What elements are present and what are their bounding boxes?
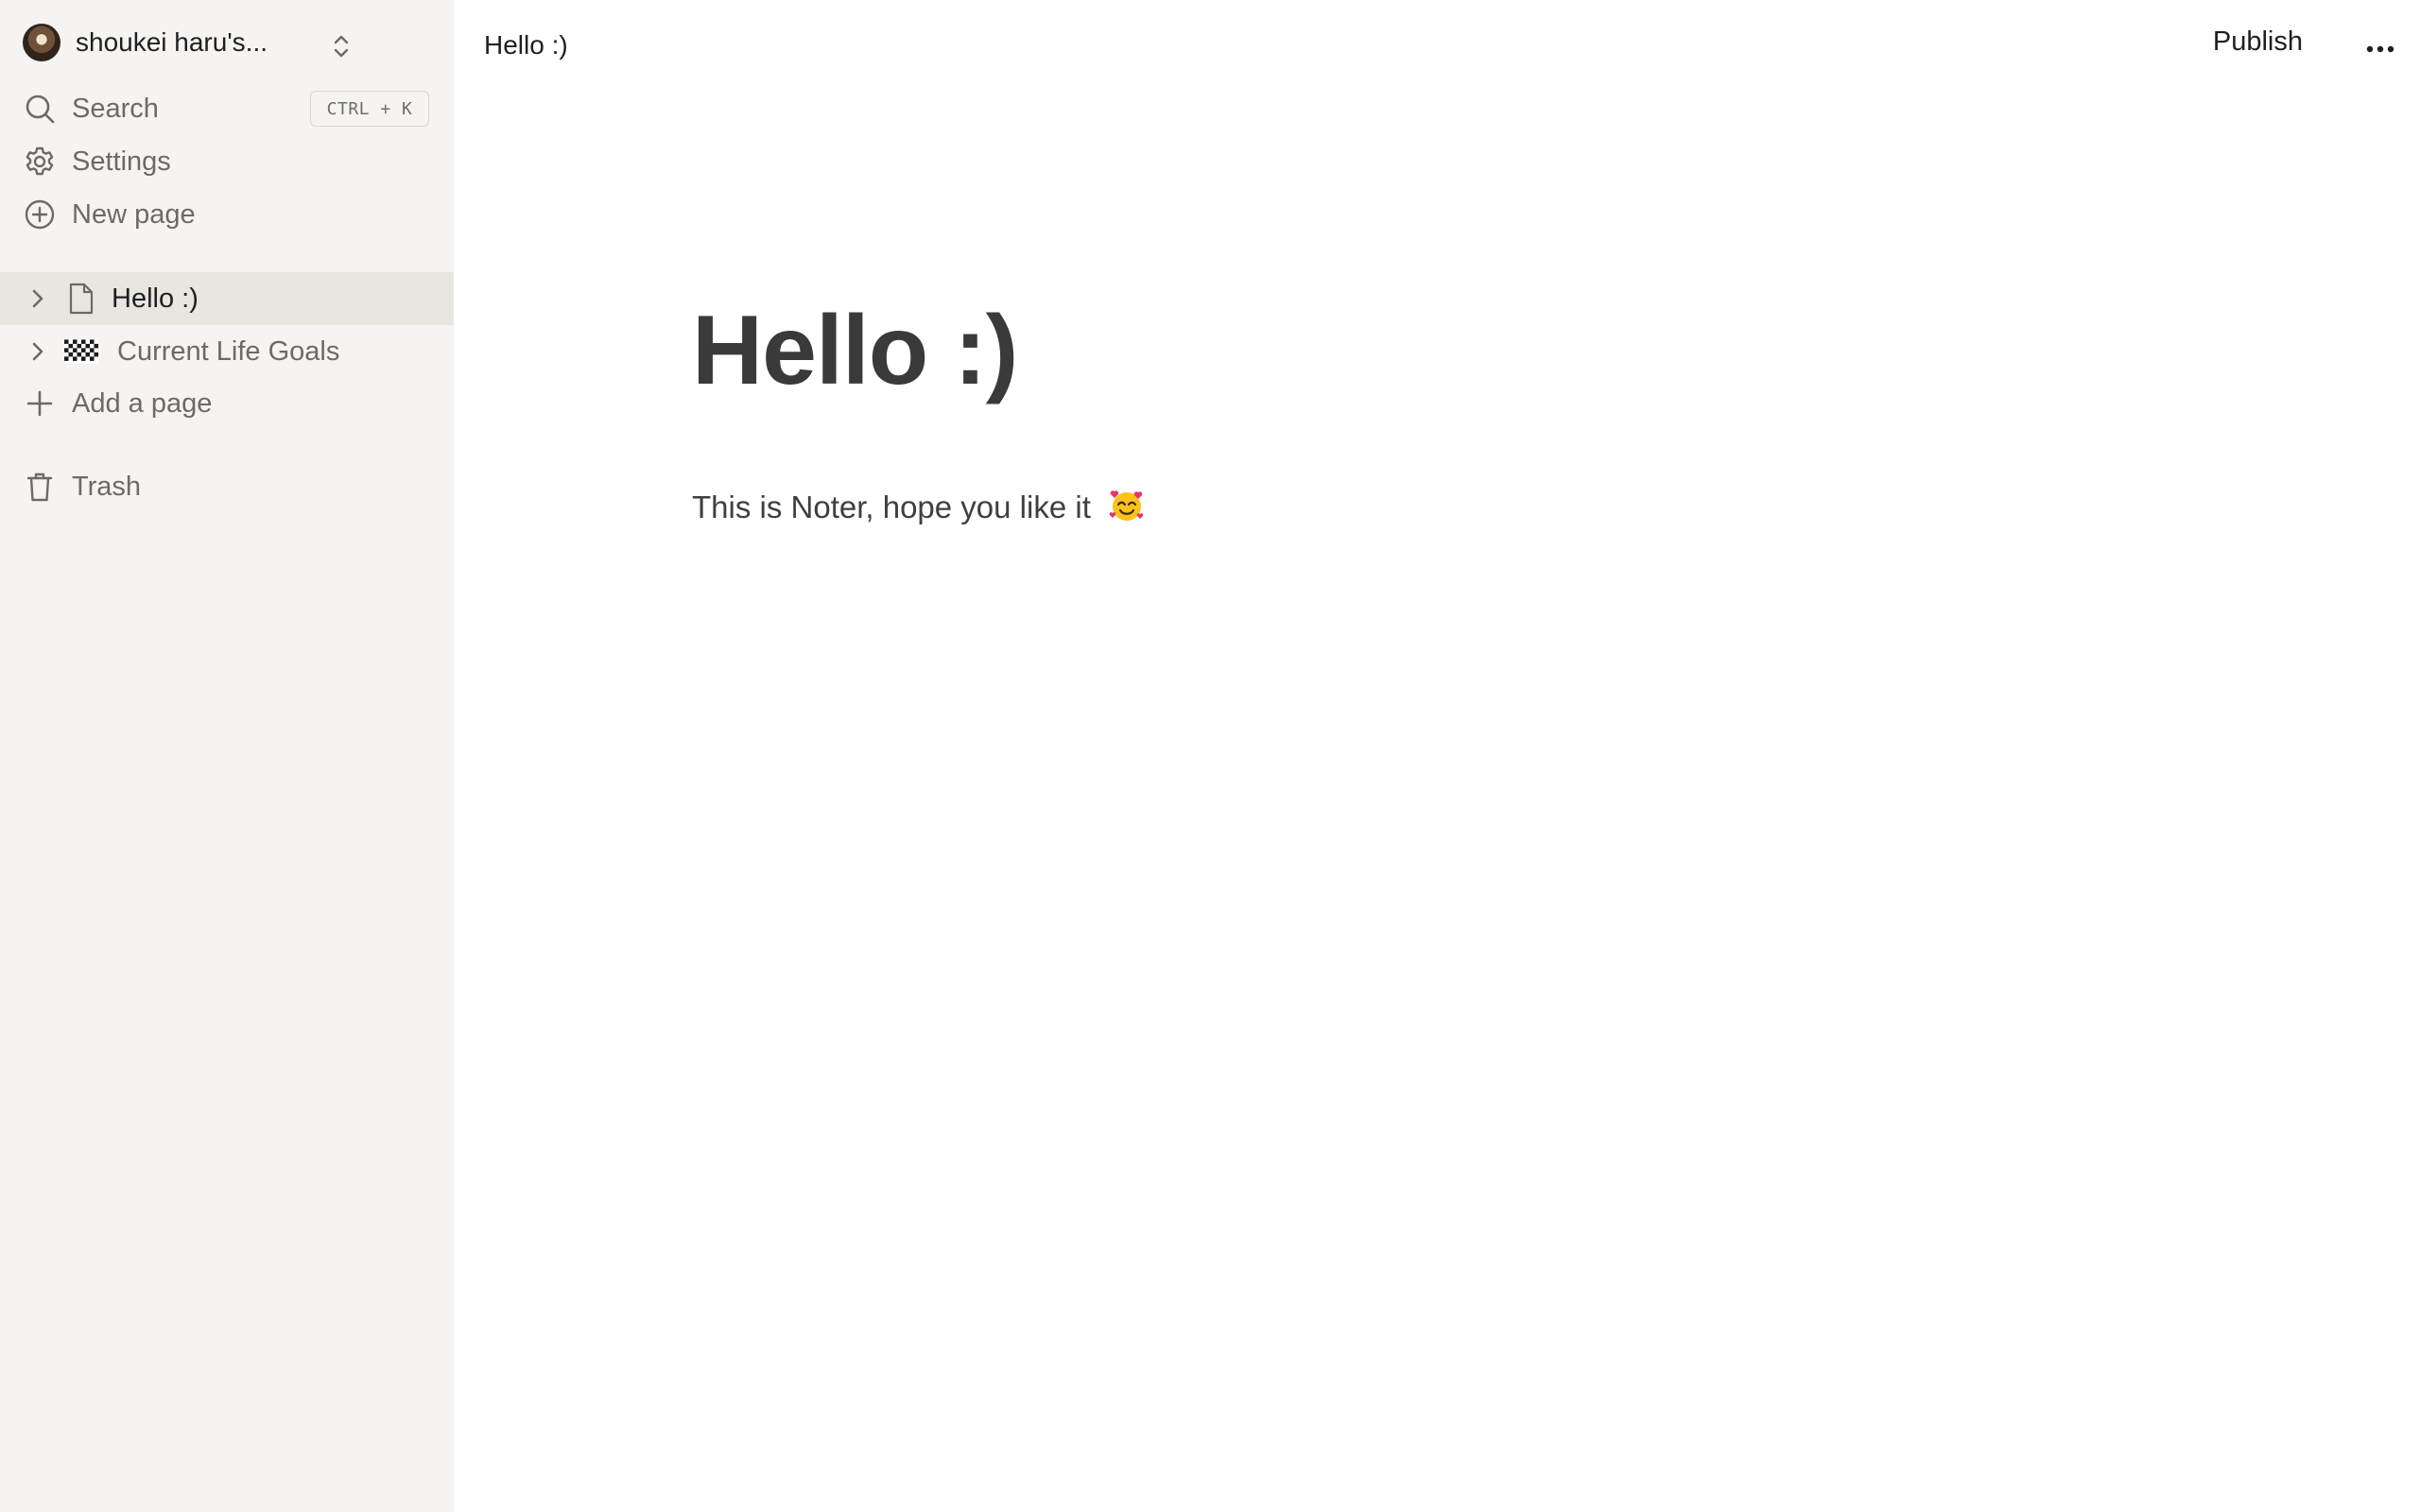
new-page-label: New page: [72, 198, 196, 230]
chevron-right-icon[interactable]: [25, 285, 51, 312]
page-item-label: Current Life Goals: [117, 335, 340, 367]
plus-icon: [23, 387, 57, 421]
document-icon: [64, 282, 98, 316]
avatar: [23, 24, 60, 61]
add-page-label: Add a page: [72, 387, 213, 419]
settings-button[interactable]: Settings: [23, 142, 171, 181]
more-options-icon[interactable]: [2361, 30, 2399, 68]
sidebar: shoukei haru's... Search CTRL + K Settin…: [0, 0, 454, 1512]
breadcrumb[interactable]: Hello :): [484, 30, 568, 60]
page-title[interactable]: Hello :): [692, 295, 1018, 407]
page-body-text: This is Noter, hope you like it: [692, 490, 1091, 524]
workspace-switcher[interactable]: shoukei haru's...: [23, 23, 359, 62]
chevron-up-down-icon[interactable]: [325, 30, 357, 62]
search-icon: [23, 92, 57, 126]
checkered-flag-icon: [64, 335, 98, 369]
add-page-button[interactable]: Add a page: [23, 384, 212, 423]
smiling-face-with-hearts-icon: [1109, 488, 1145, 524]
search-shortcut: CTRL + K: [310, 91, 429, 127]
trash-icon: [23, 470, 57, 504]
page-body[interactable]: This is Noter, hope you like it: [692, 488, 1145, 525]
settings-label: Settings: [72, 146, 171, 177]
plus-circle-icon: [23, 198, 57, 232]
main-content: Hello :) Publish Hello :) This is Noter,…: [454, 0, 2420, 1512]
trash-button[interactable]: Trash: [23, 467, 141, 507]
gear-icon: [23, 145, 57, 179]
workspace-name: shoukei haru's...: [76, 27, 268, 57]
page-item-label: Hello :): [112, 283, 199, 314]
new-page-button[interactable]: New page: [23, 195, 196, 234]
publish-button[interactable]: Publish: [2213, 26, 2303, 58]
search-label: Search: [72, 93, 159, 124]
trash-label: Trash: [72, 471, 142, 502]
search-button[interactable]: Search: [23, 89, 159, 129]
page-item-hello[interactable]: Hello :): [0, 272, 454, 325]
page-item-current-life-goals[interactable]: Current Life Goals: [0, 325, 454, 378]
chevron-right-icon[interactable]: [25, 338, 51, 365]
